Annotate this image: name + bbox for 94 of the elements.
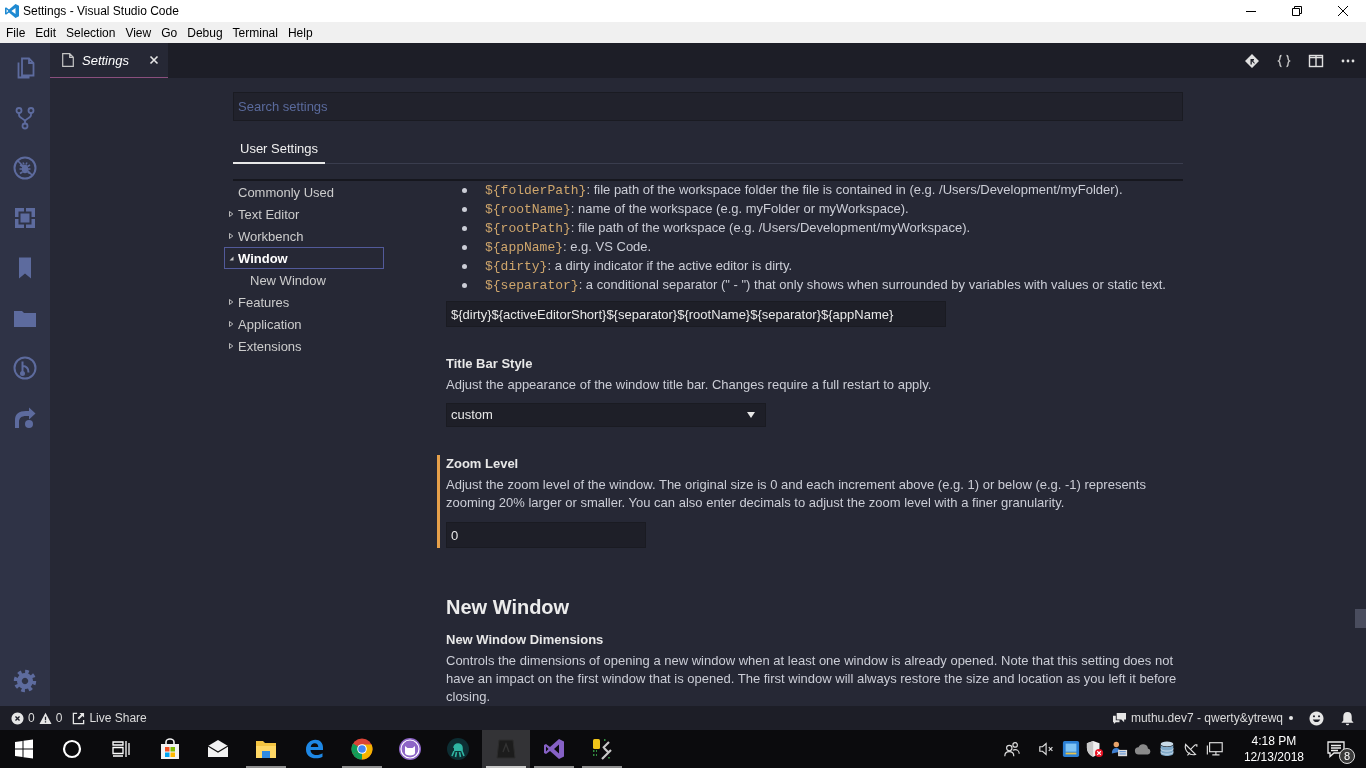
menu-item[interactable]: File bbox=[1, 24, 31, 41]
down-triangle-icon[interactable] bbox=[227, 254, 235, 262]
variable-description: ${appName}: e.g. VS Code. bbox=[485, 238, 652, 257]
notification-count: 8 bbox=[1339, 748, 1355, 764]
user-computer-icon[interactable] bbox=[1109, 740, 1128, 758]
no-bug-icon[interactable] bbox=[13, 156, 37, 180]
branch-circle-icon[interactable] bbox=[13, 356, 37, 380]
menu-item[interactable]: Go bbox=[156, 24, 183, 41]
setting-description: Adjust the zoom level of the window. The original size is 0 and each increment above (e.g. 1) or below (e.g. -1) represents zooming 20% larger or smaller. You can also enter decimals to adjust the zoom level with a finer granularity. bbox=[446, 476, 1147, 512]
tree-item[interactable]: Application bbox=[224, 313, 384, 335]
square-frame-icon[interactable] bbox=[13, 206, 37, 230]
variable-description: ${dirty}: a dirty indicator if the active editor is dirty. bbox=[485, 257, 793, 276]
setting-description: Controls the dimensions of opening a new window when at least one window is already opened. Note that this setting does not have an impact on the first window that is opened. The first window will always restore the size and location as you left it before closing. bbox=[446, 652, 1178, 706]
close-icon[interactable] bbox=[149, 55, 159, 65]
variable-description: ${rootPath}: file path of the workspace (e.g. /Users/Development/myWorkspace). bbox=[485, 219, 971, 238]
database-icon[interactable] bbox=[1157, 740, 1176, 758]
number-field[interactable]: 0 bbox=[446, 522, 646, 548]
tree-item[interactable]: Window bbox=[224, 247, 384, 269]
braces-icon[interactable] bbox=[1276, 52, 1292, 69]
clock[interactable]: 4:18 PM 12/13/2018 bbox=[1239, 733, 1308, 765]
people-icon[interactable] bbox=[1002, 740, 1021, 758]
setting-title: Title Bar Style bbox=[446, 355, 534, 373]
browser-icon bbox=[350, 737, 374, 761]
tree-item[interactable]: Features bbox=[224, 291, 384, 313]
source-control-icon[interactable] bbox=[13, 106, 37, 130]
file-icon bbox=[62, 53, 74, 67]
tree-item[interactable]: Workbench bbox=[224, 225, 384, 247]
problems-button[interactable]: 0 0 bbox=[11, 711, 63, 725]
account-button[interactable]: muthu.dev7 - qwerty&ytrewq bbox=[1111, 711, 1283, 725]
search-field[interactable]: Search settings bbox=[233, 92, 1183, 121]
monitor-icon[interactable] bbox=[1205, 740, 1224, 758]
close-icon bbox=[1338, 6, 1348, 16]
menu-item[interactable]: Selection bbox=[61, 24, 121, 41]
app-icon bbox=[494, 737, 518, 761]
tree-item[interactable]: New Window bbox=[224, 269, 384, 291]
infinity-logo-icon bbox=[542, 737, 566, 761]
squid-icon bbox=[446, 737, 470, 761]
bullet-icon bbox=[462, 283, 467, 288]
live-share-button[interactable]: Live Share bbox=[72, 711, 147, 725]
variable-description: ${separator}: a conditional separator (" - ") that only shows when surrounded by variables with values or static text. bbox=[485, 276, 1166, 295]
split-editor-icon[interactable] bbox=[1308, 52, 1324, 69]
right-triangle-icon[interactable] bbox=[227, 210, 235, 218]
setting-title: New Window Dimensions bbox=[446, 631, 605, 649]
settings-icon[interactable] bbox=[13, 669, 37, 693]
menu-item[interactable]: Terminal bbox=[227, 24, 283, 41]
menu-item[interactable]: View bbox=[120, 24, 157, 41]
windows-logo-icon bbox=[12, 737, 36, 761]
share-box-icon bbox=[72, 711, 86, 725]
text-field[interactable]: ${dirty}${activeEditorShort}${separator}${rootName}${separator}${appName} bbox=[446, 301, 946, 327]
notification-icon[interactable] bbox=[1326, 739, 1346, 759]
shopping-bag-icon bbox=[158, 737, 182, 761]
restore-icon bbox=[1292, 6, 1302, 16]
bullet-icon bbox=[462, 264, 467, 269]
bullet-icon bbox=[462, 188, 467, 193]
cat-face-icon bbox=[398, 737, 422, 761]
menu-item[interactable]: Debug bbox=[182, 24, 228, 41]
smiley-icon[interactable] bbox=[1309, 710, 1324, 726]
tools-icon bbox=[590, 737, 614, 761]
window-title: Settings - Visual Studio Code bbox=[23, 4, 180, 18]
diamond-arrow-icon[interactable] bbox=[1244, 52, 1260, 69]
share-arrow-icon[interactable] bbox=[13, 406, 37, 430]
status-dot-icon bbox=[1289, 716, 1293, 720]
editor-tab[interactable]: Settings bbox=[50, 43, 168, 78]
bullet-icon bbox=[462, 207, 467, 212]
right-triangle-icon[interactable] bbox=[227, 298, 235, 306]
right-triangle-icon[interactable] bbox=[227, 232, 235, 240]
settings-scope-tab[interactable]: User Settings bbox=[233, 135, 326, 164]
variable-description: ${folderPath}: file path of the workspace folder the file is contained in (e.g. /Users/Development/myFolder). bbox=[485, 181, 1123, 200]
variable-description: ${rootName}: name of the workspace (e.g. myFolder or myWorkspace). bbox=[485, 200, 909, 219]
chat-bubbles-icon bbox=[1111, 711, 1127, 725]
scrollbar-thumb[interactable] bbox=[1355, 609, 1366, 628]
taskbar-app-button[interactable] bbox=[482, 730, 530, 768]
bullet-icon bbox=[462, 245, 467, 250]
section-heading: New Window bbox=[446, 595, 571, 620]
right-triangle-icon[interactable] bbox=[227, 342, 235, 350]
tree-item[interactable]: Extensions bbox=[224, 335, 384, 357]
menu-item[interactable]: Edit bbox=[30, 24, 62, 41]
setting-title: Zoom Level bbox=[446, 455, 520, 473]
menu-item[interactable]: Help bbox=[282, 24, 318, 41]
right-triangle-icon[interactable] bbox=[227, 320, 235, 328]
setting-description: Adjust the appearance of the window title bar. Changes require a full restart to apply. bbox=[446, 376, 933, 394]
search-icon bbox=[60, 737, 84, 761]
warning-icon bbox=[38, 711, 52, 725]
bell-icon[interactable] bbox=[1340, 710, 1355, 726]
select-dropdown[interactable]: custom bbox=[446, 403, 766, 427]
bullet-icon bbox=[462, 226, 467, 231]
tree-item[interactable]: Commonly Used bbox=[224, 181, 384, 203]
error-icon bbox=[11, 711, 24, 725]
muted-speaker-icon[interactable] bbox=[1037, 740, 1056, 758]
app-logo-icon bbox=[4, 3, 20, 19]
tree-item[interactable]: Text Editor bbox=[224, 203, 384, 225]
shield-icon[interactable] bbox=[1085, 740, 1104, 758]
caret-icon bbox=[747, 412, 755, 418]
app-tray-icon[interactable] bbox=[1061, 740, 1080, 758]
